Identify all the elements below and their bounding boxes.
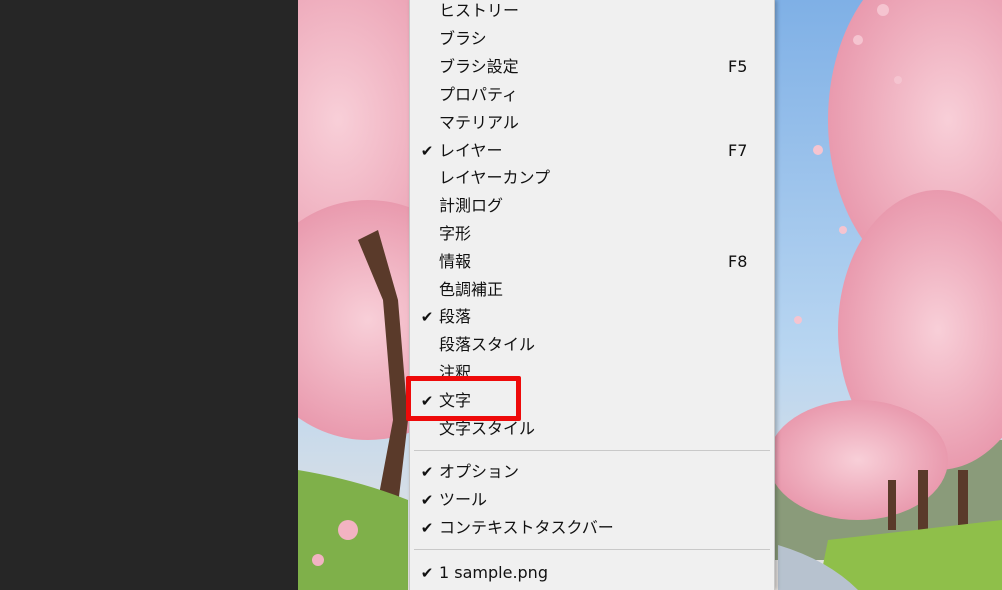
window-menu-dropdown: ヒストリー ブラシ ブラシ設定 F5 プロパティ マテリアル ✔ レイヤー F7 [409,0,775,590]
check-icon: ✔ [420,491,434,509]
highlight-box [406,376,521,421]
menu-separator [414,549,770,550]
menu-item-measurement-log[interactable]: 計測ログ [410,192,774,220]
menu-item-properties[interactable]: プロパティ [410,81,774,109]
menu-item-tools[interactable]: ✔ ツール [410,486,774,514]
menu-item-history[interactable]: ヒストリー [410,0,774,25]
photoshop-workspace: ヒストリー ブラシ ブラシ設定 F5 プロパティ マテリアル ✔ レイヤー F7 [0,0,1002,590]
menu-item-materials[interactable]: マテリアル [410,109,774,137]
menu-item-glyphs[interactable]: 字形 [410,220,774,248]
menu-item-layers[interactable]: ✔ レイヤー F7 [410,137,774,165]
menu-item-contextual-task-bar[interactable]: ✔ コンテキストタスクバー [410,514,774,542]
menu-item-adjustments[interactable]: 色調補正 [410,276,774,304]
check-icon: ✔ [420,142,434,160]
check-icon: ✔ [420,463,434,481]
menu-item-paragraph[interactable]: ✔ 段落 [410,303,774,331]
menu-separator [414,450,770,451]
menu-item-paragraph-styles[interactable]: 段落スタイル [410,331,774,359]
menu-item-info[interactable]: 情報 F8 [410,248,774,276]
menu-item-brush[interactable]: ブラシ [410,25,774,53]
menu-item-layer-comps[interactable]: レイヤーカンプ [410,164,774,192]
check-icon: ✔ [420,519,434,537]
menu-item-document-sample[interactable]: ✔ 1 sample.png [410,559,774,587]
menu-item-options[interactable]: ✔ オプション [410,458,774,486]
check-icon: ✔ [420,564,434,582]
menu-item-brush-settings[interactable]: ブラシ設定 F5 [410,53,774,81]
check-icon: ✔ [420,308,434,326]
